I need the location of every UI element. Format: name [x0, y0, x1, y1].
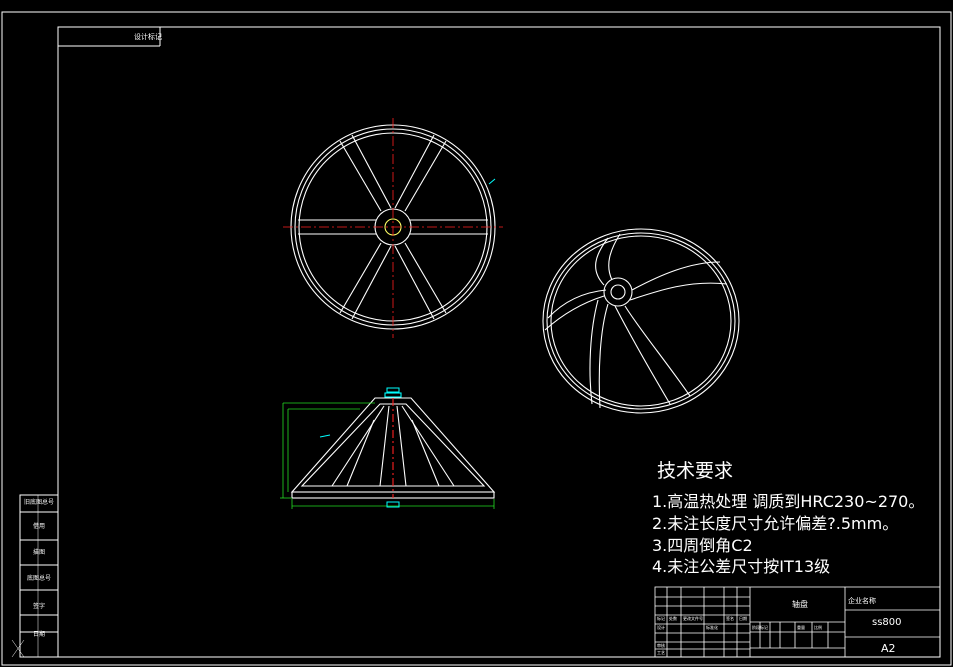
rev-label-sign: 签名	[726, 616, 734, 621]
std-label: 标准化	[706, 625, 718, 630]
drawing-number: ss800	[872, 617, 902, 628]
side-label-borrow: 借用	[32, 523, 45, 530]
side-label-old: 旧底图总号	[23, 499, 54, 506]
front-view-leader	[488, 178, 496, 185]
side-label-sign: 签字	[32, 603, 45, 610]
front-view-centerlines	[283, 118, 503, 338]
wheel-isometric-view	[542, 228, 740, 414]
note-4: 4.未注公差尺寸按IT13级	[652, 557, 831, 576]
role-design: 设计	[657, 625, 665, 630]
role-review: 审核	[657, 643, 665, 648]
stage-scale: 比例	[814, 625, 822, 630]
note-1: 1.高温热处理 调质到HRC230~270。	[652, 492, 925, 511]
tech-requirements-title: 技术要求	[657, 460, 734, 482]
rev-label-count: 处数	[669, 616, 677, 621]
side-label-date: 日期	[32, 631, 45, 638]
part-name: 轴盘	[792, 600, 808, 609]
company-label: 企业名称	[848, 597, 876, 605]
side-label-trace: 描图	[32, 549, 45, 556]
note-2: 2.未注长度尺寸允许偏差?.5mm。	[652, 514, 899, 533]
rev-label-date: 日期	[739, 616, 747, 621]
side-label-base: 底图总号	[26, 575, 51, 582]
rev-label-file: 更改文件号	[683, 616, 703, 621]
header-label: 设计标记	[134, 33, 162, 41]
note-3: 3.四周倒角C2	[652, 536, 753, 555]
sheet-size: A2	[881, 642, 896, 655]
stage-weight: 重量	[797, 625, 805, 630]
stage-mark: 阶段标记	[752, 625, 768, 630]
role-process: 工艺	[657, 650, 665, 655]
rev-label-mark: 标记	[657, 616, 665, 621]
